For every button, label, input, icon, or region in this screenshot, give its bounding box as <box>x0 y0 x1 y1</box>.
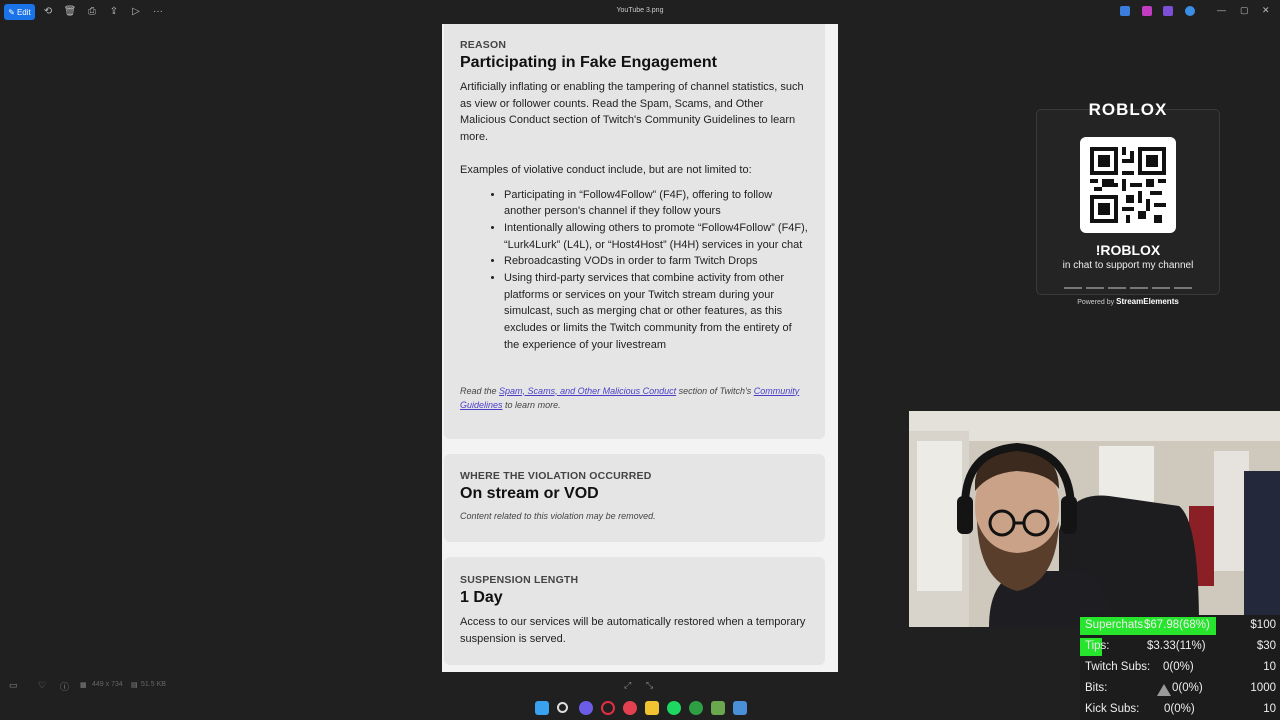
note-text: to learn more. <box>505 399 561 410</box>
maximize-icon[interactable]: ▢ <box>1240 5 1249 16</box>
list-item: Participating in “Follow4Follow” (F4F), … <box>504 187 809 220</box>
roblox-command: !ROBLOX <box>1095 242 1161 258</box>
opera-icon[interactable] <box>601 701 615 715</box>
goal-row-kick-subs: Kick Subs: 0(0%) 10 <box>1080 699 1280 719</box>
reason-label: REASON <box>460 39 507 51</box>
reason-paragraph: Artificially inflating or enabling the t… <box>460 81 804 144</box>
actual-size-icon[interactable]: ⤡ <box>646 680 653 691</box>
goal-name: Kick Subs: <box>1085 703 1140 715</box>
file-title: YouTube 3.png <box>616 7 664 14</box>
stream-goals: Superchats $67.98(68%) $100 Tips: $3.33(… <box>1080 615 1280 720</box>
webcam-feed <box>909 411 1280 627</box>
list-item: Intentionally allowing others to promote… <box>504 220 809 253</box>
obs-icon[interactable] <box>623 701 637 715</box>
app-icon-1[interactable] <box>1120 6 1130 16</box>
read-more-note: Read the Spam, Scams, and Other Maliciou… <box>460 384 809 412</box>
chat-app-icon[interactable] <box>579 701 593 715</box>
document-image: REASON Participating in Fake Engagement … <box>442 24 838 672</box>
goal-value: $3.33(11%) <box>1147 640 1206 652</box>
filmstrip-icon[interactable]: ▭ <box>9 680 18 691</box>
powered-prefix: Powered by <box>1077 299 1115 306</box>
note-text: Read the <box>460 385 497 396</box>
examples-list: Participating in “Follow4Follow” (F4F), … <box>504 187 809 354</box>
goal-row-bits: Bits: 0(0%) 1000 <box>1080 678 1280 698</box>
spotify-icon[interactable] <box>667 701 681 715</box>
start-icon[interactable] <box>535 701 549 715</box>
goal-row-superchats: Superchats $67.98(68%) $100 <box>1080 615 1280 635</box>
goal-target: 10 <box>1263 703 1276 715</box>
reason-title: Participating in Fake Engagement <box>460 54 717 71</box>
webcam-image <box>909 411 1280 627</box>
bits-icon <box>1157 684 1171 696</box>
examples-intro: Examples of violative conduct include, b… <box>460 163 752 176</box>
goal-name: Tips: <box>1085 640 1110 652</box>
roblox-subtitle: in chat to support my channel <box>1062 260 1194 271</box>
dimensions-icon: ▦ <box>80 682 87 689</box>
filesize-icon: ▤ <box>131 682 138 689</box>
suspension-title: 1 Day <box>460 589 503 606</box>
folder-icon[interactable] <box>645 701 659 715</box>
file-size: 51.5 KB <box>141 681 166 688</box>
where-title: On stream or VOD <box>460 485 599 502</box>
goal-row-twitch-subs: Twitch Subs: 0(0%) 10 <box>1080 657 1280 677</box>
goal-value: $67.98(68%) <box>1144 619 1210 631</box>
goal-target: 10 <box>1263 661 1276 673</box>
goal-value: 0(0%) <box>1163 661 1194 673</box>
streamelements-brand: StreamElements <box>1116 297 1179 306</box>
qr-code <box>1080 137 1176 233</box>
goal-name: Superchats <box>1085 619 1144 631</box>
suspension-text: Access to our services will be automatic… <box>460 616 806 645</box>
minecraft-icon[interactable] <box>711 701 725 715</box>
goal-target: $30 <box>1256 640 1276 652</box>
suspension-card: SUSPENSION LENGTH 1 Day Access to our se… <box>444 557 825 665</box>
note-text: section of Twitch's <box>678 385 752 396</box>
where-card: WHERE THE VIOLATION OCCURRED On stream o… <box>444 454 825 542</box>
list-item: Using third-party services that combine … <box>504 270 809 354</box>
app-icon-3[interactable] <box>1163 6 1173 16</box>
fit-screen-icon[interactable]: ⤢ <box>624 680 631 691</box>
goal-value: 0(0%) <box>1164 703 1195 715</box>
powered-by: Powered by StreamElements <box>1036 297 1220 306</box>
app-icon-2[interactable] <box>1142 6 1152 16</box>
goal-value: 0(0%) <box>1172 682 1203 694</box>
taskbar <box>0 696 1080 720</box>
list-item: Rebroadcasting VODs in order to farm Twi… <box>504 253 809 270</box>
goal-name: Bits: <box>1085 682 1108 694</box>
minimize-icon[interactable]: — <box>1217 5 1226 15</box>
reason-card: REASON Participating in Fake Engagement … <box>444 24 825 439</box>
where-label: WHERE THE VIOLATION OCCURRED <box>460 470 652 482</box>
where-note: Content related to this violation may be… <box>460 511 656 521</box>
viewer-statusbar: ▭ ♡ ⓘ ▦ 449 x 734 ▤ 51.5 KB ⤢ ⤡ <box>0 674 1080 696</box>
cloud-icon[interactable] <box>1185 6 1195 16</box>
roblox-logo: ROBLOX <box>1088 100 1168 119</box>
viewer-toolbar: ✎ Edit ⟲ 🗑 ⎙ ⇪ ▷ ··· YouTube 3.png — ▢ ✕ <box>0 0 1280 24</box>
favorite-icon[interactable]: ♡ <box>38 680 46 691</box>
goal-target: $100 <box>1250 619 1276 631</box>
search-icon[interactable] <box>557 702 568 713</box>
image-dimensions: 449 x 734 <box>92 681 123 688</box>
spam-guidelines-link[interactable]: Spam, Scams, and Other Malicious Conduct <box>499 386 676 396</box>
goal-row-tips: Tips: $3.33(11%) $30 <box>1080 636 1280 656</box>
xbox-icon[interactable] <box>689 701 703 715</box>
progress-dashes <box>1064 287 1192 289</box>
goal-target: 1000 <box>1250 682 1276 694</box>
qr-code-graphic <box>1090 147 1166 223</box>
photos-icon[interactable] <box>733 701 747 715</box>
info-icon[interactable]: ⓘ <box>60 680 69 693</box>
close-icon[interactable]: ✕ <box>1262 5 1270 16</box>
suspension-label: SUSPENSION LENGTH <box>460 574 579 586</box>
goal-name: Twitch Subs: <box>1085 661 1151 673</box>
